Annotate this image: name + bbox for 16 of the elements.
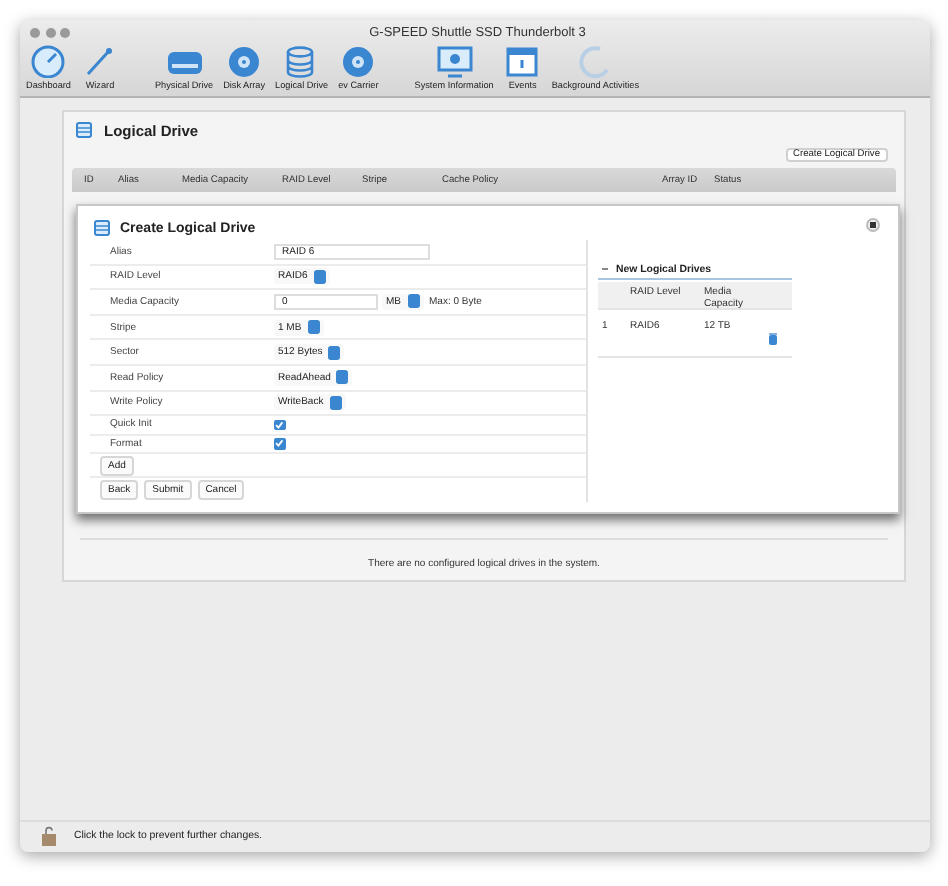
database-icon bbox=[94, 220, 110, 236]
close-window-control[interactable] bbox=[30, 27, 40, 37]
gauge-icon bbox=[29, 44, 68, 78]
database-icon bbox=[76, 122, 92, 138]
checkbox[interactable] bbox=[274, 419, 285, 431]
close-button[interactable] bbox=[866, 218, 880, 232]
disc-icon bbox=[339, 44, 378, 78]
disc-icon bbox=[225, 44, 264, 78]
checkbox[interactable] bbox=[274, 438, 285, 450]
lock-icon[interactable] bbox=[42, 826, 56, 846]
minimize-window-control[interactable] bbox=[45, 27, 55, 37]
calendar-icon bbox=[503, 44, 542, 78]
trash-icon[interactable] bbox=[768, 332, 778, 346]
monitor-icon bbox=[435, 44, 474, 78]
zoom-window-control[interactable] bbox=[60, 27, 70, 37]
collapse-icon[interactable] bbox=[602, 266, 608, 272]
